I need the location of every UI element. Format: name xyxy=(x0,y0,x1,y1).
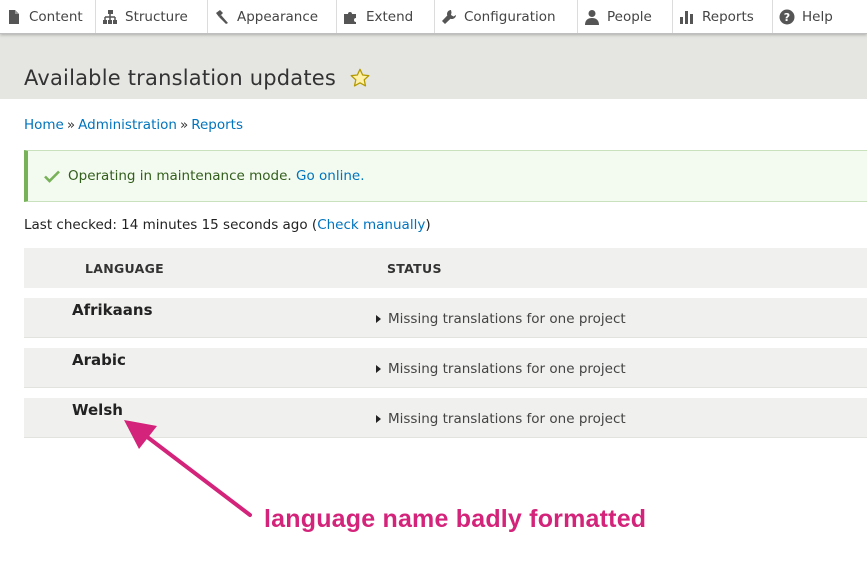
toolbar-label: Appearance xyxy=(237,8,319,25)
toolbar-item-reports[interactable]: Reports xyxy=(673,0,773,33)
toolbar-item-configuration[interactable]: Configuration xyxy=(435,0,578,33)
toolbar-item-structure[interactable]: Structure xyxy=(96,0,208,33)
column-header-language: LANGUAGE xyxy=(85,261,164,276)
toolbar-label: Help xyxy=(802,8,833,25)
table-row: Welsh Missing translations for one proje… xyxy=(24,398,867,438)
language-name: Welsh xyxy=(72,401,123,419)
toolbar-label: Configuration xyxy=(464,8,556,25)
toolbar-item-content[interactable]: Content xyxy=(0,0,96,33)
wrench-icon xyxy=(442,9,456,24)
language-name: Arabic xyxy=(72,351,126,369)
last-checked-suffix: ) xyxy=(425,217,431,233)
annotation-label: language name badly formatted xyxy=(264,505,647,533)
maintenance-mode-text: Operating in maintenance mode. xyxy=(68,168,292,184)
star-icon[interactable] xyxy=(349,67,371,89)
check-icon xyxy=(44,170,60,183)
status-message-text: Operating in maintenance mode. Go online… xyxy=(68,168,364,184)
toolbar-label: People xyxy=(607,8,652,25)
status-text: Missing translations for one project xyxy=(388,311,626,327)
help-icon: ? xyxy=(779,9,795,24)
toolbar-label: Content xyxy=(29,8,83,25)
toolbar-item-help[interactable]: ? Help xyxy=(773,0,867,33)
status-details-toggle[interactable]: Missing translations for one project xyxy=(376,411,626,427)
breadcrumb-link-reports[interactable]: Reports xyxy=(191,117,243,133)
breadcrumb-link-administration[interactable]: Administration xyxy=(78,117,177,133)
breadcrumb-link-home[interactable]: Home xyxy=(24,117,64,133)
status-text: Missing translations for one project xyxy=(388,361,626,377)
toolbar-item-extend[interactable]: Extend xyxy=(337,0,435,33)
svg-text:?: ? xyxy=(784,11,790,24)
go-online-link[interactable]: Go online. xyxy=(296,168,364,184)
last-checked-text: Last checked: 14 minutes 15 seconds ago … xyxy=(24,217,318,233)
reports-icon xyxy=(680,10,693,24)
toolbar-item-people[interactable]: People xyxy=(578,0,673,33)
breadcrumb-separator: » xyxy=(66,117,76,133)
column-header-status: STATUS xyxy=(387,261,442,276)
status-text: Missing translations for one project xyxy=(388,411,626,427)
status-details-toggle[interactable]: Missing translations for one project xyxy=(376,311,626,327)
triangle-right-icon xyxy=(376,365,381,373)
extend-icon xyxy=(344,11,356,24)
table-header: LANGUAGE STATUS xyxy=(24,248,867,288)
language-name: Afrikaans xyxy=(72,301,153,319)
last-checked: Last checked: 14 minutes 15 seconds ago … xyxy=(24,217,431,233)
table-row: Arabic Missing translations for one proj… xyxy=(24,348,867,388)
toolbar-item-appearance[interactable]: Appearance xyxy=(208,0,337,33)
breadcrumb-separator: » xyxy=(179,117,189,133)
content-icon xyxy=(9,9,19,24)
triangle-right-icon xyxy=(376,415,381,423)
breadcrumb: Home» Administration» Reports xyxy=(24,117,243,133)
appearance-icon xyxy=(216,9,228,24)
toolbar-label: Structure xyxy=(125,8,188,25)
toolbar-label: Extend xyxy=(366,8,414,25)
toolbar-label: Reports xyxy=(702,8,754,25)
page-title: Available translation updates xyxy=(24,66,337,90)
table-row: Afrikaans Missing translations for one p… xyxy=(24,298,867,338)
check-manually-link[interactable]: Check manually xyxy=(317,217,425,233)
structure-icon xyxy=(103,9,117,24)
people-icon xyxy=(585,9,599,25)
admin-toolbar: Content Structure Appearance Extend Conf… xyxy=(0,0,867,34)
status-message: Operating in maintenance mode. Go online… xyxy=(24,150,867,202)
triangle-right-icon xyxy=(376,315,381,323)
status-details-toggle[interactable]: Missing translations for one project xyxy=(376,361,626,377)
